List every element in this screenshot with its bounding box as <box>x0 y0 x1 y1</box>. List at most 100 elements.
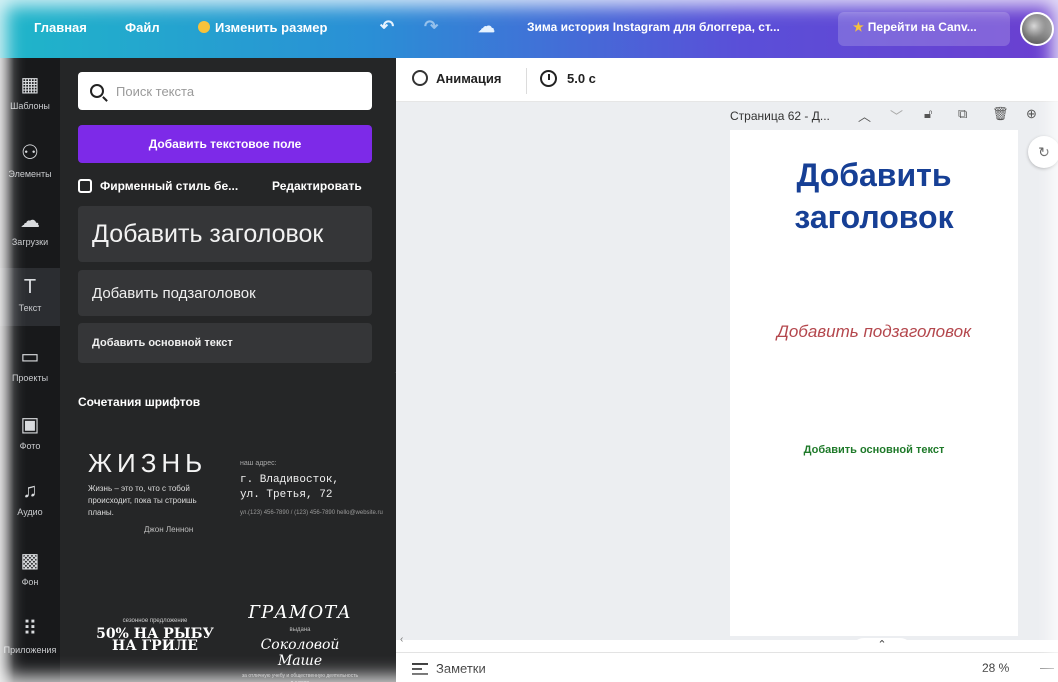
animation-icon <box>412 70 428 86</box>
canvas-heading-line1: Добавить <box>796 157 952 193</box>
photo-icon: ▣ <box>20 414 40 436</box>
rail-label: Шаблоны <box>10 101 50 111</box>
zoom-level[interactable]: 28 % <box>982 661 1009 675</box>
rail-label: Текст <box>18 303 42 313</box>
canva-editor: Главная Файл Изменить размер ↶ ↷ ☁ Зима … <box>0 0 1058 682</box>
search-input[interactable] <box>116 83 356 99</box>
rail-label: Приложения <box>3 645 57 655</box>
font-combinations-title: Сочетания шрифтов <box>78 395 201 409</box>
duration-button[interactable]: 5.0 с <box>540 70 596 87</box>
clock-icon <box>540 70 557 87</box>
notes-label: Заметки <box>436 661 486 676</box>
combo-contact-text: ул.(123) 456-7890 / (123) 456-7890 hello… <box>240 510 383 516</box>
crown-icon <box>198 21 210 33</box>
combo-author: Джон Леннон <box>144 525 194 534</box>
combo-tiny-text: наш адрес: <box>240 460 277 467</box>
rail-item-text[interactable]: T Текст <box>0 268 60 326</box>
background-icon: ▩ <box>20 550 40 572</box>
chevron-down-icon[interactable]: ﹀ <box>890 106 903 125</box>
combo-certificate-name: Соколовой Маше <box>260 637 340 669</box>
upgrade-label: ★ Перейти на Canv... <box>853 20 977 34</box>
zoom-slider-handle[interactable]: — <box>1040 659 1054 675</box>
combo-tiny-text: сезонное предложение <box>122 618 188 624</box>
combo-big-text: ЖИЗНЬ <box>88 448 208 478</box>
rail-item-background[interactable]: ▩ Фон <box>0 540 60 598</box>
font-combo-certificate[interactable]: ГРАМОТА выдана Соколовой Маше за отличну… <box>240 602 360 682</box>
undo-icon[interactable]: ↶ <box>380 17 394 37</box>
animation-button[interactable]: Анимация <box>412 70 501 86</box>
search-icon <box>90 84 104 98</box>
combo-small-text: Жизнь – это то, что с тобой происходит, … <box>88 484 197 517</box>
rail-label: Элементы <box>8 169 52 179</box>
rail-item-projects[interactable]: ▭ Проекты <box>0 336 60 394</box>
combo-address-line2: ул. Третья, 72 <box>240 489 333 501</box>
rail-label: Фото <box>19 441 41 451</box>
editor-toolbar: Анимация 5.0 с <box>396 58 1058 102</box>
page-title[interactable]: Страница 62 - Д... <box>730 109 842 123</box>
brand-kit-row: Фирменный стиль бе... Редактировать <box>78 176 374 196</box>
cloud-check-icon[interactable]: ☁ <box>478 17 495 37</box>
font-combo-fish-offer[interactable]: сезонное предложение 50% НА РЫБУ НА ГРИЛ… <box>90 618 220 654</box>
rail-item-uploads[interactable]: ☁ Загрузки <box>0 200 60 258</box>
add-text-box-button[interactable]: Добавить текстовое поле <box>78 125 372 163</box>
resize-button[interactable]: Изменить размер <box>198 20 327 35</box>
canvas-subheading[interactable]: Добавить подзаголовок <box>730 322 1018 342</box>
notes-button[interactable]: Заметки <box>412 661 486 676</box>
search-box[interactable] <box>78 72 372 110</box>
uploads-icon: ☁ <box>20 210 40 232</box>
combo-tiny-text: выдана <box>289 627 311 633</box>
redo-icon[interactable]: ↷ <box>424 17 438 37</box>
avatar[interactable] <box>1020 12 1054 46</box>
rail-label: Фон <box>21 577 39 587</box>
home-link[interactable]: Главная <box>34 20 87 35</box>
duration-label: 5.0 с <box>567 71 596 86</box>
templates-icon: ▦ <box>20 74 40 96</box>
combo-address-line1: г. Владивосток, <box>240 474 340 486</box>
rail-item-photo[interactable]: ▣ Фото <box>0 404 60 462</box>
apps-icon: ⠿ <box>22 618 38 640</box>
document-title: Зима история Instagram для блоггера, ст.… <box>527 20 780 34</box>
canvas-heading[interactable]: Добавить заголовок <box>730 154 1018 238</box>
notes-icon <box>412 662 428 675</box>
toolbar-divider <box>526 68 527 94</box>
combo-certificate-desc: за отличную учебу и общественную деятель… <box>241 673 359 682</box>
star-icon: ★ <box>853 20 864 34</box>
brand-kit-icon <box>78 179 92 193</box>
rail-item-apps[interactable]: ⠿ Приложения <box>0 608 60 666</box>
rail-item-templates[interactable]: ▦ Шаблоны <box>0 64 60 122</box>
font-combo-life[interactable]: ЖИЗНЬ Жизнь – это то, что с тобой происх… <box>88 448 228 534</box>
font-combo-address[interactable]: наш адрес: г. Владивосток, ул. Третья, 7… <box>240 460 390 518</box>
brand-edit-link[interactable]: Редактировать <box>272 179 362 193</box>
trash-icon[interactable]: 🗑︎ <box>992 106 1009 122</box>
duplicate-page-icon[interactable]: ⧉ <box>958 106 967 122</box>
bottom-bar: Заметки 28 % — <box>396 652 1058 682</box>
design-page[interactable]: Добавить заголовок Добавить подзаголовок… <box>730 130 1018 636</box>
combo-offer-text: 50% НА РЫБУ НА ГРИЛЕ <box>96 626 214 654</box>
file-menu[interactable]: Файл <box>125 20 160 35</box>
add-page-icon[interactable]: ⊕ <box>1026 106 1037 122</box>
chevron-up-icon[interactable]: ︿ <box>858 106 871 125</box>
chevron-left-icon[interactable]: ‹ <box>400 634 403 645</box>
add-subheading-option[interactable]: Добавить подзаголовок <box>78 270 372 316</box>
left-rail: ▦ Шаблоны ⚇ Элементы ☁ Загрузки T Текст … <box>0 58 60 682</box>
rail-label: Проекты <box>11 373 49 383</box>
canvas-heading-line2: заголовок <box>794 199 954 235</box>
audio-icon: ♫ <box>22 480 38 502</box>
add-heading-option[interactable]: Добавить заголовок <box>78 206 372 262</box>
add-body-text-option[interactable]: Добавить основной текст <box>78 323 372 363</box>
rail-item-audio[interactable]: ♫ Аудио <box>0 472 60 530</box>
rail-label: Аудио <box>17 507 43 517</box>
canvas-body-text[interactable]: Добавить основной текст <box>730 444 1018 456</box>
top-bar: Главная Файл Изменить размер ↶ ↷ ☁ Зима … <box>0 0 1058 58</box>
brand-kit-label[interactable]: Фирменный стиль бе... <box>100 179 268 193</box>
elements-icon: ⚇ <box>21 142 39 164</box>
lock-icon[interactable]: 🔓︎ <box>924 106 932 122</box>
refresh-icon[interactable]: ↻ <box>1028 136 1058 168</box>
rail-label: Загрузки <box>11 237 49 247</box>
animation-label: Анимация <box>436 70 502 86</box>
page-header-bar: Страница 62 - Д... ︿ ﹀ 🔓︎ ⧉ 🗑︎ ⊕ <box>730 104 1058 128</box>
text-icon: T <box>23 276 37 298</box>
combo-certificate-title: ГРАМОТА <box>248 602 352 623</box>
text-panel: Добавить текстовое поле Фирменный стиль … <box>60 58 396 682</box>
rail-item-elements[interactable]: ⚇ Элементы <box>0 132 60 190</box>
